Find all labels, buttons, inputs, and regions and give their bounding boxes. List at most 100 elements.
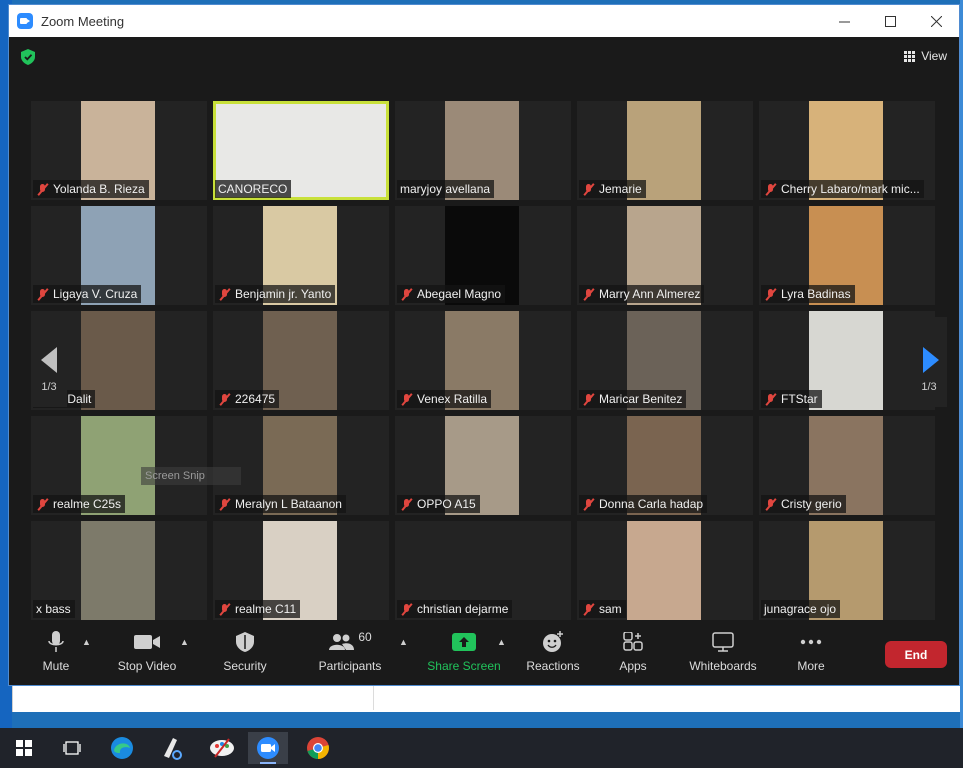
participant-nameplate: Cristy gerio bbox=[761, 495, 846, 513]
participant-name: Ligaya V. Cruza bbox=[53, 287, 138, 301]
participant-tile[interactable]: Yolanda B. Rieza bbox=[31, 101, 207, 200]
participant-name: christian dejarme bbox=[417, 602, 509, 616]
minimize-button[interactable] bbox=[821, 5, 867, 37]
participant-tile[interactable]: OPPO A15 bbox=[395, 416, 571, 515]
participant-name: Jemarie bbox=[599, 182, 642, 196]
participant-name: FTStar bbox=[781, 392, 818, 406]
participant-tile[interactable]: Benjamin jr. Yanto bbox=[213, 206, 389, 305]
mic-muted-icon bbox=[582, 498, 595, 511]
participant-nameplate: Abegael Magno bbox=[397, 285, 506, 303]
participant-nameplate: Cherry Labaro/mark mic... bbox=[761, 180, 924, 198]
participant-tile[interactable]: CANORECO bbox=[213, 101, 389, 200]
whiteboards-button[interactable]: Whiteboards bbox=[685, 629, 761, 681]
share-screen-button[interactable]: Share Screen bbox=[425, 629, 503, 681]
close-button[interactable] bbox=[913, 5, 959, 37]
next-page-button[interactable]: 1/3 bbox=[911, 317, 947, 407]
participant-tile[interactable]: christian dejarme bbox=[395, 521, 571, 620]
apps-label: Apps bbox=[619, 659, 647, 673]
reactions-label: Reactions bbox=[526, 659, 580, 673]
previous-page-button[interactable]: 1/3 bbox=[31, 317, 67, 407]
mic-muted-icon bbox=[582, 393, 595, 406]
share-options-caret-icon[interactable]: ▲ bbox=[497, 637, 507, 647]
whiteboard-icon bbox=[712, 632, 734, 652]
participants-button[interactable]: 60 Participants bbox=[315, 629, 385, 681]
participant-tile[interactable]: realme C11 bbox=[213, 521, 389, 620]
participant-tile[interactable]: Lyra Badinas bbox=[759, 206, 935, 305]
participant-tile[interactable]: realme C25s bbox=[31, 416, 207, 515]
title-bar[interactable]: Zoom Meeting bbox=[9, 5, 959, 37]
participant-tile[interactable]: Venex Ratilla bbox=[395, 311, 571, 410]
participant-tile[interactable]: Cristy gerio bbox=[759, 416, 935, 515]
participant-name: x bass bbox=[36, 602, 71, 616]
participant-nameplate: OPPO A15 bbox=[397, 495, 480, 513]
participant-tile[interactable]: FTStar bbox=[759, 311, 935, 410]
window-controls bbox=[821, 5, 959, 37]
security-label: Security bbox=[223, 659, 267, 673]
participant-name: CANORECO bbox=[218, 182, 288, 196]
mic-muted-icon bbox=[400, 498, 413, 511]
mic-muted-icon bbox=[218, 498, 231, 511]
video-options-caret-icon[interactable]: ▲ bbox=[180, 637, 190, 647]
edge-icon bbox=[111, 737, 133, 759]
reactions-smiley-icon bbox=[543, 631, 563, 652]
stop-video-button[interactable]: Stop Video bbox=[109, 629, 185, 681]
participant-nameplate: Meralyn L Bataanon bbox=[215, 495, 346, 513]
encryption-shield-icon[interactable] bbox=[21, 49, 35, 65]
participant-name: sam bbox=[599, 602, 622, 616]
start-button[interactable] bbox=[4, 732, 44, 764]
participant-tile[interactable]: Cherry Labaro/mark mic... bbox=[759, 101, 935, 200]
view-button[interactable]: View bbox=[904, 49, 947, 63]
participant-tile[interactable]: Maricar Benitez bbox=[577, 311, 753, 410]
reactions-button[interactable]: Reactions bbox=[523, 629, 583, 681]
apps-button[interactable]: Apps bbox=[609, 629, 657, 681]
microphone-icon bbox=[48, 631, 64, 652]
participant-tile[interactable]: Abegael Magno bbox=[395, 206, 571, 305]
participant-nameplate: Yolanda B. Rieza bbox=[33, 180, 149, 198]
participant-nameplate: Ligaya V. Cruza bbox=[33, 285, 142, 303]
snip-tool-taskbar-button[interactable] bbox=[152, 732, 192, 764]
more-button[interactable]: More bbox=[789, 629, 833, 681]
paint-icon bbox=[210, 738, 234, 758]
participant-tile[interactable]: Jemarie bbox=[577, 101, 753, 200]
mic-muted-icon bbox=[218, 603, 231, 616]
participant-tile[interactable]: 226475 bbox=[213, 311, 389, 410]
chrome-icon bbox=[307, 737, 329, 759]
stop-video-label: Stop Video bbox=[117, 659, 177, 673]
mic-muted-icon bbox=[218, 393, 231, 406]
edge-taskbar-button[interactable] bbox=[102, 732, 142, 764]
zoom-logo-icon bbox=[17, 13, 33, 29]
task-view-button[interactable] bbox=[52, 732, 92, 764]
participants-caret-icon[interactable]: ▲ bbox=[399, 637, 409, 647]
zoom-taskbar-button[interactable] bbox=[248, 732, 288, 764]
maximize-button[interactable] bbox=[867, 5, 913, 37]
screen-snip-tooltip: Screen Snip bbox=[141, 467, 241, 485]
participant-tile[interactable]: Meralyn L Bataanon bbox=[213, 416, 389, 515]
audio-options-caret-icon[interactable]: ▲ bbox=[82, 637, 92, 647]
participant-nameplate: Maricar Benitez bbox=[579, 390, 687, 408]
participants-label: Participants bbox=[318, 659, 382, 673]
participant-tile[interactable]: sam bbox=[577, 521, 753, 620]
participant-tile[interactable]: Ligaya V. Cruza bbox=[31, 206, 207, 305]
end-meeting-button[interactable]: End bbox=[885, 641, 947, 668]
paint-taskbar-button[interactable] bbox=[202, 732, 242, 764]
participant-tile[interactable]: Donna Carla hadap bbox=[577, 416, 753, 515]
zoom-meeting-window: Zoom Meeting View Yolanda B. Rieza CANORE… bbox=[8, 4, 960, 686]
maximize-icon bbox=[884, 15, 896, 27]
mic-muted-icon bbox=[400, 393, 413, 406]
participant-name: Lyra Badinas bbox=[781, 287, 851, 301]
page-indicator-right: 1/3 bbox=[921, 381, 937, 393]
share-screen-icon bbox=[452, 633, 476, 651]
participant-tile[interactable]: maryjoy avellana bbox=[395, 101, 571, 200]
mic-muted-icon bbox=[764, 288, 777, 301]
participant-tile[interactable]: junagrace ojo bbox=[759, 521, 935, 620]
chrome-taskbar-button[interactable] bbox=[298, 732, 338, 764]
participant-tile[interactable]: Marry Ann Almerez bbox=[577, 206, 753, 305]
participant-tile[interactable]: x bass bbox=[31, 521, 207, 620]
participant-nameplate: Venex Ratilla bbox=[397, 390, 492, 408]
participant-nameplate: FTStar bbox=[761, 390, 822, 408]
security-button[interactable]: Security bbox=[215, 629, 275, 681]
participant-video bbox=[81, 521, 155, 620]
mute-label: Mute bbox=[42, 659, 70, 673]
mute-button[interactable]: Mute bbox=[31, 629, 81, 681]
participant-nameplate: realme C11 bbox=[215, 600, 301, 618]
